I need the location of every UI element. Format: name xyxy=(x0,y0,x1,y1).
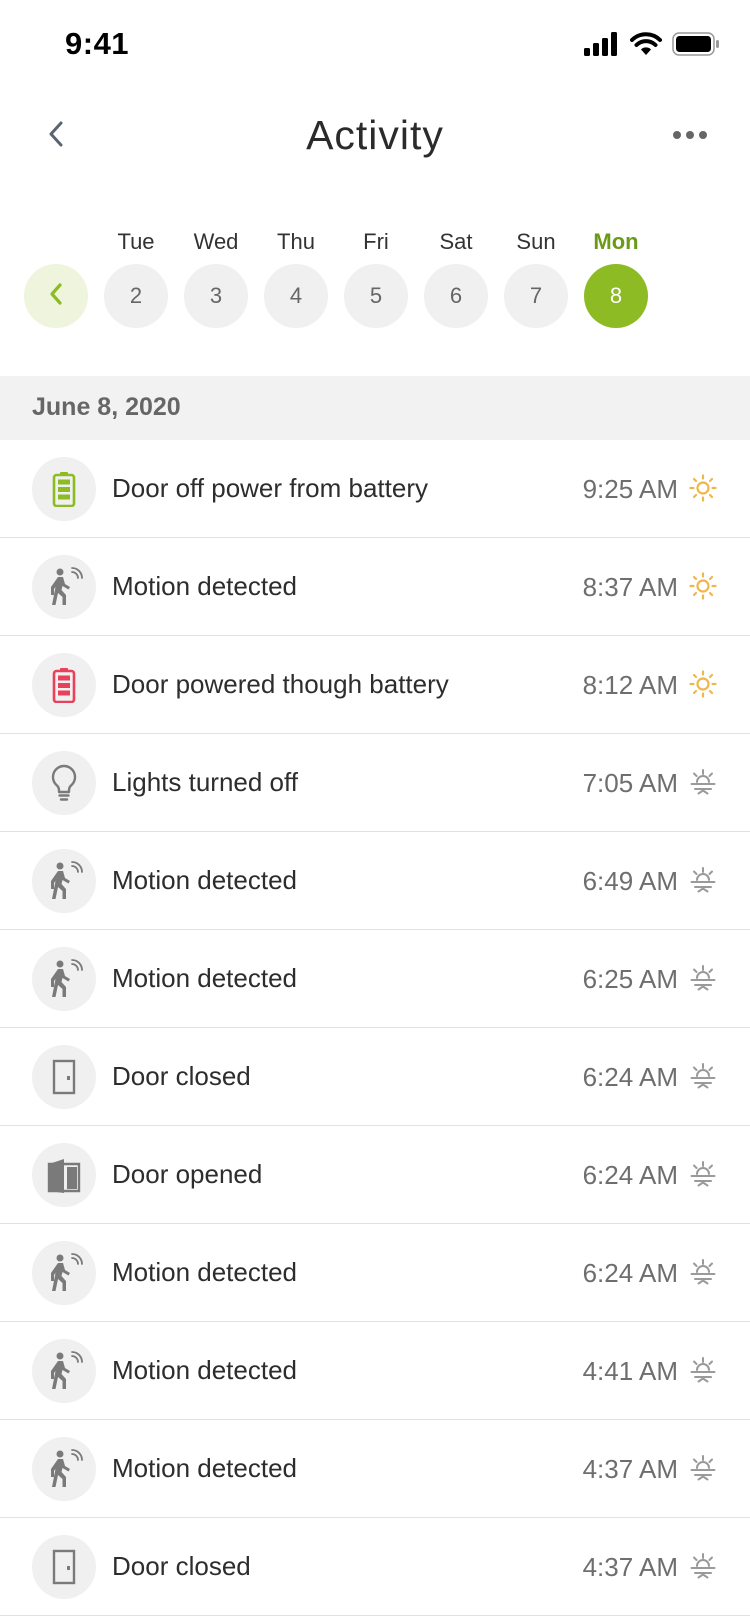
day-number: 2 xyxy=(104,264,168,328)
header: Activity xyxy=(0,92,750,182)
activity-row[interactable]: Door powered though battery 8:12 AM xyxy=(0,636,750,734)
day-name: Fri xyxy=(363,229,389,254)
activity-row[interactable]: Door closed 6:24 AM xyxy=(0,1028,750,1126)
battery-status-icon xyxy=(672,31,720,61)
night-icon xyxy=(688,865,718,895)
activity-time: 6:24 AM xyxy=(582,1062,678,1092)
activity-label: Door opened xyxy=(112,1159,263,1189)
sun-icon xyxy=(688,669,718,699)
activity-row[interactable]: Motion detected 6:25 AM xyxy=(0,930,750,1028)
more-options-button[interactable] xyxy=(666,118,714,154)
motion-icon xyxy=(32,555,96,619)
activity-label: Motion detected xyxy=(112,963,298,993)
activity-label: Door powered though battery xyxy=(112,669,449,699)
activity-row[interactable]: Motion detected 4:37 AM xyxy=(0,1420,750,1518)
page-title: Activity xyxy=(306,112,444,158)
activity-time: 6:49 AM xyxy=(582,866,678,896)
day-number: 6 xyxy=(424,264,488,328)
day-tue[interactable]: Tue 2 xyxy=(104,225,168,328)
activity-label: Motion detected xyxy=(112,1355,298,1385)
motion-icon xyxy=(32,1339,96,1403)
day-sun[interactable]: Sun 7 xyxy=(504,225,568,328)
door-opened-icon xyxy=(32,1143,96,1207)
night-icon xyxy=(688,1551,718,1581)
door-closed-icon xyxy=(32,1535,96,1599)
day-mon[interactable]: Mon 8 xyxy=(584,225,648,328)
wifi-icon xyxy=(630,31,662,61)
lightbulb-icon xyxy=(32,751,96,815)
night-icon xyxy=(688,1355,718,1385)
activity-time: 8:37 AM xyxy=(582,572,678,602)
day-wed[interactable]: Wed 3 xyxy=(184,225,248,328)
activity-row[interactable]: Motion detected 6:24 AM xyxy=(0,1224,750,1322)
night-icon xyxy=(688,1257,718,1287)
day-name: Mon xyxy=(593,229,639,254)
day-name: Wed xyxy=(193,229,239,254)
activity-row[interactable]: Door off power from battery 9:25 AM xyxy=(0,440,750,538)
activity-list: Door off power from battery 9:25 AM Moti… xyxy=(0,440,750,1616)
activity-time: 7:05 AM xyxy=(582,768,678,798)
night-icon xyxy=(688,963,718,993)
cellular-signal-icon xyxy=(584,31,620,61)
date-selector: Tue 2 Wed 3 Thu 4 Fri 5 Sat 6 Sun 7 Mon 8 xyxy=(0,225,750,335)
activity-row[interactable]: Motion detected 4:41 AM xyxy=(0,1322,750,1420)
activity-label: Motion detected xyxy=(112,571,298,601)
activity-time: 8:12 AM xyxy=(582,670,678,700)
day-number: 8 xyxy=(584,264,648,328)
sun-icon xyxy=(688,473,718,503)
night-icon xyxy=(688,1159,718,1189)
sun-icon xyxy=(688,571,718,601)
motion-icon xyxy=(32,849,96,913)
activity-time: 6:24 AM xyxy=(582,1160,678,1190)
activity-label: Motion detected xyxy=(112,865,298,895)
activity-time: 6:24 AM xyxy=(582,1258,678,1288)
battery-low-icon xyxy=(32,653,96,717)
motion-icon xyxy=(32,1437,96,1501)
status-bar: 9:41 xyxy=(0,0,750,92)
door-closed-icon xyxy=(32,1045,96,1109)
activity-time: 4:37 AM xyxy=(582,1454,678,1484)
activity-time: 9:25 AM xyxy=(582,474,678,504)
more-horizontal-icon xyxy=(672,127,708,145)
day-thu[interactable]: Thu 4 xyxy=(264,225,328,328)
activity-label: Lights turned off xyxy=(112,767,298,797)
day-name: Sun xyxy=(516,229,556,254)
day-fri[interactable]: Fri 5 xyxy=(344,225,408,328)
activity-row[interactable]: Motion detected 8:37 AM xyxy=(0,538,750,636)
day-number: 7 xyxy=(504,264,568,328)
chevron-left-icon xyxy=(47,281,65,312)
day-number: 3 xyxy=(184,264,248,328)
battery-full-icon xyxy=(32,457,96,521)
day-name: Sat xyxy=(439,229,473,254)
night-icon xyxy=(688,1453,718,1483)
activity-time: 6:25 AM xyxy=(582,964,678,994)
day-number: 4 xyxy=(264,264,328,328)
night-icon xyxy=(688,767,718,797)
motion-icon xyxy=(32,947,96,1011)
section-header: June 8, 2020 xyxy=(0,376,750,440)
night-icon xyxy=(688,1061,718,1091)
activity-time: 4:41 AM xyxy=(582,1356,678,1386)
activity-row[interactable]: Lights turned off 7:05 AM xyxy=(0,734,750,832)
activity-row[interactable]: Door opened 6:24 AM xyxy=(0,1126,750,1224)
day-name: Thu xyxy=(277,229,315,254)
motion-icon xyxy=(32,1241,96,1305)
status-icons xyxy=(584,31,720,61)
activity-label: Door closed xyxy=(112,1551,251,1581)
activity-label: Motion detected xyxy=(112,1453,298,1483)
activity-time: 4:37 AM xyxy=(582,1552,678,1582)
previous-week-button[interactable] xyxy=(24,264,88,328)
day-sat[interactable]: Sat 6 xyxy=(424,225,488,328)
activity-label: Door off power from battery xyxy=(112,473,428,503)
activity-row[interactable]: Door closed 4:37 AM xyxy=(0,1518,750,1616)
day-name: Tue xyxy=(117,229,155,254)
activity-label: Door closed xyxy=(112,1061,251,1091)
status-time: 9:41 xyxy=(65,26,130,61)
section-date: June 8, 2020 xyxy=(32,393,181,421)
activity-row[interactable]: Motion detected 6:49 AM xyxy=(0,832,750,930)
day-number: 5 xyxy=(344,264,408,328)
activity-label: Motion detected xyxy=(112,1257,298,1287)
